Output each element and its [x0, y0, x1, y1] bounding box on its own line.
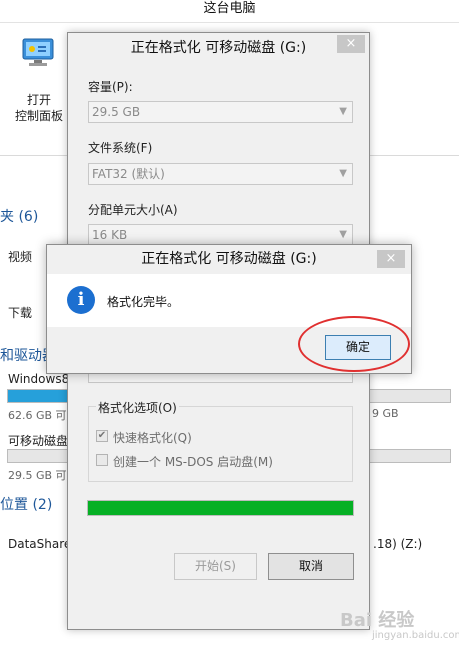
capacity-label: 容量(P): — [88, 80, 133, 94]
format-options-legend: 格式化选项(O) — [96, 399, 179, 416]
msdos-startup-label: 创建一个 MS-DOS 启动盘(M) — [113, 455, 273, 469]
allocation-size-label: 分配单元大小(A) — [88, 203, 178, 217]
close-icon: × — [345, 36, 357, 51]
quick-format-checkbox[interactable]: ✔ — [96, 430, 108, 442]
explorer-window-title: 这台电脑 — [0, 0, 459, 22]
folders-section-header[interactable]: 夹 (6) — [0, 206, 38, 226]
msdos-startup-checkbox[interactable] — [96, 454, 108, 466]
folder-item-videos[interactable]: 视频 — [8, 248, 32, 265]
close-icon: × — [385, 251, 397, 266]
chevron-down-icon: ▼ — [339, 106, 347, 117]
allocation-size-select[interactable]: 16 KB ▼ — [88, 224, 353, 246]
network-item-drive-letter: .18) (Z:) — [373, 537, 423, 551]
format-progress-bar — [87, 500, 354, 516]
network-section-header[interactable]: 位置 (2) — [0, 494, 52, 514]
control-panel-icon[interactable] — [22, 38, 54, 68]
allocation-size-value: 16 KB — [92, 228, 128, 242]
message-box-close-button[interactable]: × — [377, 250, 405, 268]
format-dialog-close-button[interactable]: × — [337, 35, 365, 53]
cancel-button[interactable]: 取消 — [268, 553, 354, 580]
network-item-datashare[interactable]: DataShare — [8, 537, 71, 551]
watermark-url: jingyan.baidu.com — [372, 630, 459, 641]
watermark-logo: Bai 经验 — [340, 610, 415, 631]
drive-windows-name[interactable]: Windows8 — [8, 372, 69, 386]
capacity-value: 29.5 GB — [92, 105, 141, 119]
format-progress-fill — [88, 501, 353, 515]
quick-format-label: 快速格式化(Q) — [113, 431, 192, 445]
open-control-panel-button[interactable]: 打开 控制面板 — [8, 92, 70, 124]
chevron-down-icon: ▼ — [339, 229, 347, 240]
filesystem-select[interactable]: FAT32 (默认) ▼ — [88, 163, 353, 185]
control-panel-label-line1: 打开 — [26, 93, 51, 107]
folder-item-downloads[interactable]: 下载 — [8, 304, 32, 321]
start-button[interactable]: 开始(S) — [174, 553, 257, 580]
filesystem-label: 文件系统(F) — [88, 141, 153, 155]
drive-removable-name[interactable]: 可移动磁盘 — [8, 432, 68, 449]
message-box-text: 格式化完毕。 — [107, 295, 180, 309]
chevron-down-icon: ▼ — [339, 168, 347, 179]
control-panel-label-line2: 控制面板 — [14, 109, 63, 123]
message-box-title: 正在格式化 可移动磁盘 (G:) — [47, 245, 411, 274]
drive-windows-total: 9 GB — [372, 407, 399, 420]
format-dialog-title: 正在格式化 可移动磁盘 (G:) — [130, 40, 307, 56]
capacity-select[interactable]: 29.5 GB ▼ — [88, 101, 353, 123]
info-icon: i — [67, 286, 95, 314]
filesystem-value: FAT32 (默认) — [92, 167, 165, 181]
checkmark-icon: ✔ — [97, 430, 107, 441]
annotation-circle — [298, 316, 410, 372]
